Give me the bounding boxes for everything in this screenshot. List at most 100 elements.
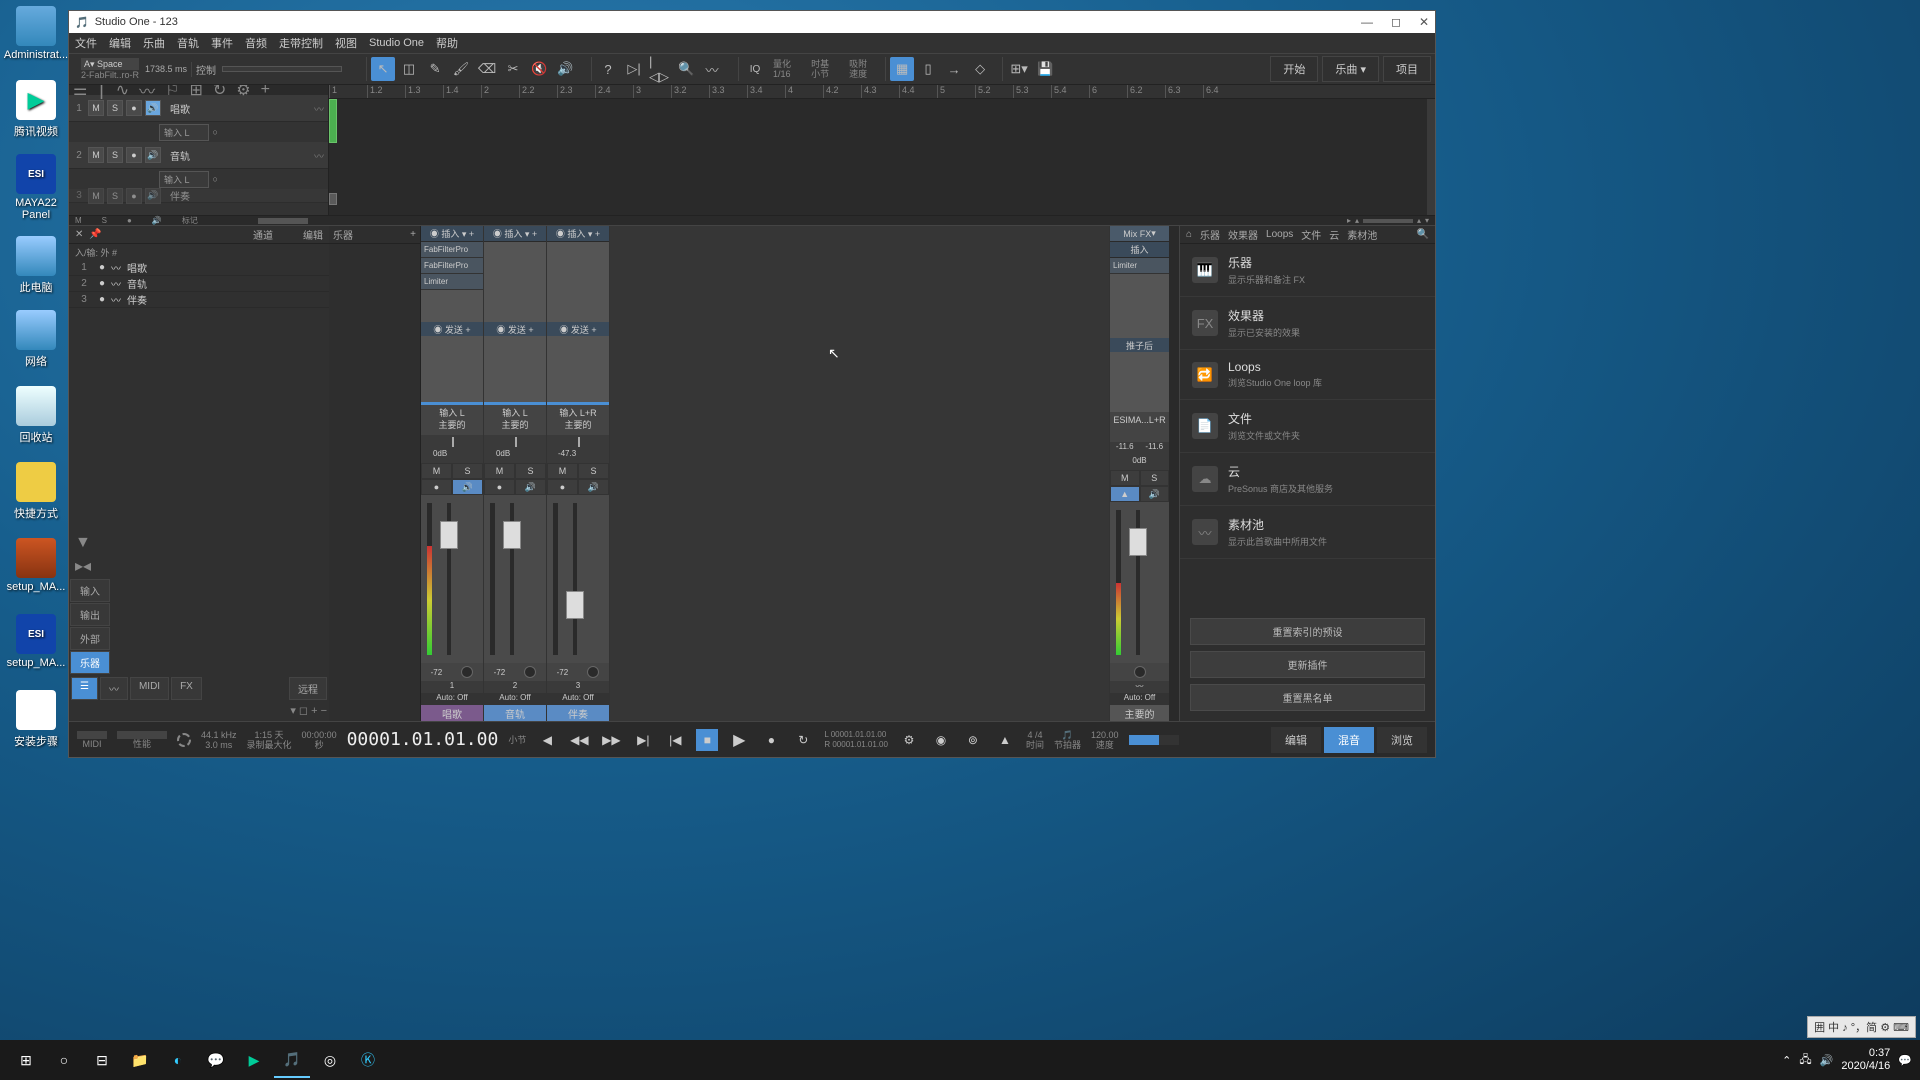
next-button[interactable]: ▶|	[632, 729, 654, 751]
play-icon[interactable]: ▸◂	[75, 558, 91, 575]
desktop-icon-setup2[interactable]: ESIsetup_MA...	[2, 614, 70, 669]
expand-icon[interactable]: ▼	[75, 534, 91, 551]
input-dd-1[interactable]: 输入 L	[159, 124, 209, 141]
view-mix[interactable]: 混音	[1324, 727, 1374, 753]
fader-3[interactable]	[566, 591, 584, 619]
add-instrument-icon[interactable]: +	[410, 229, 416, 240]
maximize-button[interactable]: ◻	[1391, 15, 1401, 29]
rec-ch-1[interactable]: ●	[421, 479, 452, 495]
minimize-button[interactable]: ―	[1361, 15, 1373, 29]
rtz-button[interactable]: ◀	[536, 729, 558, 751]
chname-1[interactable]: 唱歌	[421, 705, 483, 721]
gear-icon[interactable]: ⚙	[236, 85, 250, 100]
precount-button[interactable]: ⊚	[962, 729, 984, 751]
hzoom-slider[interactable]	[1363, 219, 1413, 223]
add-track-icon[interactable]: +	[261, 85, 270, 99]
mute-ch-2[interactable]: M	[484, 463, 515, 479]
clock[interactable]: 0:372020/4/16	[1841, 1047, 1890, 1073]
desktop-icon-setup1[interactable]: setup_MA...	[2, 538, 70, 593]
btn-list-view[interactable]: ☰	[71, 677, 98, 700]
mon-ch-1[interactable]: 🔊	[452, 479, 483, 495]
k-app[interactable]: Ⓚ	[350, 1042, 386, 1078]
knob-2[interactable]	[524, 666, 536, 678]
tab-cloud[interactable]: 云	[1329, 227, 1339, 242]
mute-ch-1[interactable]: M	[421, 463, 452, 479]
mute-2[interactable]: M	[88, 147, 104, 163]
chan-row-3[interactable]: 3●〰伴奏	[69, 292, 329, 308]
mon-ch-3[interactable]: 🔊	[578, 479, 609, 495]
studioone-app[interactable]: 🎵	[274, 1042, 310, 1078]
browser-app[interactable]: ◐	[160, 1042, 196, 1078]
pan-2[interactable]	[484, 435, 546, 449]
master-knob[interactable]	[1134, 666, 1146, 678]
solo-ch-2[interactable]: S	[515, 463, 546, 479]
mon-1[interactable]: 🔊	[145, 100, 161, 116]
btn-output[interactable]: 输出	[70, 603, 110, 626]
grid-icon[interactable]: ⊞	[189, 85, 202, 100]
arrange-vscroll[interactable]	[1427, 99, 1435, 215]
iq-button[interactable]: IQ	[743, 57, 767, 81]
tray-volume[interactable]: 🔊	[1820, 1054, 1834, 1067]
desktop-icon-thispc[interactable]: 此电脑	[2, 236, 70, 295]
ime-bar[interactable]: 囲 中 ♪ °，简 ⚙ ⌨	[1807, 1016, 1916, 1038]
menu-song[interactable]: 乐曲	[143, 35, 165, 51]
menu-edit[interactable]: 编辑	[109, 35, 131, 51]
btn-perf[interactable]: 远程	[289, 677, 327, 700]
insert-slot[interactable]: Limiter	[421, 274, 483, 290]
desktop-icon-maya[interactable]: ESIMAYA22 Panel	[2, 154, 70, 221]
desktop-icon-network[interactable]: 网络	[2, 310, 70, 369]
desktop-icon-tencent[interactable]: ▶腾讯视频	[2, 80, 70, 139]
snap-event-button[interactable]: ▯	[916, 57, 940, 81]
solo-ch-1[interactable]: S	[452, 463, 483, 479]
listen-tool[interactable]: 🔊	[553, 57, 577, 81]
home-icon[interactable]: ⌂	[1186, 229, 1192, 240]
line-tool-icon[interactable]: ⎮	[97, 85, 105, 100]
follow-button[interactable]: |◁▷	[648, 57, 672, 81]
insert-slot[interactable]: FabFilterPro	[421, 242, 483, 258]
desktop-icon-recycle[interactable]: 回收站	[2, 386, 70, 445]
autoscroll-button[interactable]: ▷|	[622, 57, 646, 81]
master-insert[interactable]: Limiter	[1110, 258, 1169, 274]
titlebar[interactable]: 🎵 Studio One - 123 ― ◻ ✕	[69, 11, 1435, 33]
browser-cat-4[interactable]: ☁云PreSonus 商店及其他服务	[1180, 453, 1435, 506]
btn-wave-view[interactable]: 〰	[100, 677, 128, 700]
menu-help[interactable]: 帮助	[436, 35, 458, 51]
browser-cat-5[interactable]: 〰素材池显示此首歌曲中所用文件	[1180, 506, 1435, 559]
tab-files[interactable]: 文件	[1301, 227, 1321, 242]
track-row-3[interactable]: 3 M S ● 🔊 伴奏	[69, 189, 328, 203]
rewind-button[interactable]: ◀◀	[568, 729, 590, 751]
split-tool[interactable]: ✂	[501, 57, 525, 81]
close-icon[interactable]: ✕	[75, 229, 83, 240]
mon-ch-2[interactable]: 🔊	[515, 479, 546, 495]
view-icon[interactable]: ☰	[73, 85, 87, 100]
browser-cat-0[interactable]: 🎹乐器显示乐器和备注 FX	[1180, 244, 1435, 297]
master-mute[interactable]: M	[1110, 470, 1140, 486]
rec-2[interactable]: ●	[126, 147, 142, 163]
close-button[interactable]: ✕	[1419, 15, 1429, 29]
rec-1[interactable]: ●	[126, 100, 142, 116]
obs-app[interactable]: ◎	[312, 1042, 348, 1078]
zoom-slider[interactable]	[258, 218, 308, 224]
update-plugins-button[interactable]: 更新插件	[1190, 651, 1425, 678]
clip-3[interactable]	[329, 193, 337, 205]
mon-2[interactable]: 🔊	[145, 147, 161, 163]
tab-project[interactable]: 项目	[1383, 56, 1431, 82]
btn-instr[interactable]: 乐器	[70, 651, 110, 674]
chname-2[interactable]: 音轨	[484, 705, 546, 721]
erase-tool[interactable]: ⌫	[475, 57, 499, 81]
btn-ext[interactable]: 外部	[70, 627, 110, 650]
menu-audio[interactable]: 音频	[245, 35, 267, 51]
reset-index-button[interactable]: 重置索引的预设	[1190, 618, 1425, 645]
menu-studioone[interactable]: Studio One	[369, 37, 424, 49]
wechat-app[interactable]: 💬	[198, 1042, 234, 1078]
tab-effects[interactable]: 效果器	[1228, 227, 1258, 242]
tab-song[interactable]: 乐曲 ▾	[1322, 56, 1379, 82]
mute-tool[interactable]: 🔇	[527, 57, 551, 81]
menu-track[interactable]: 音轨	[177, 35, 199, 51]
tray-chevron[interactable]: ⌃	[1782, 1054, 1791, 1067]
insert-slot[interactable]: FabFilterPro	[421, 258, 483, 274]
tab-loops[interactable]: Loops	[1266, 229, 1293, 240]
loop-button[interactable]: ↻	[792, 729, 814, 751]
chname-3[interactable]: 伴奏	[547, 705, 609, 721]
knob-3[interactable]	[587, 666, 599, 678]
